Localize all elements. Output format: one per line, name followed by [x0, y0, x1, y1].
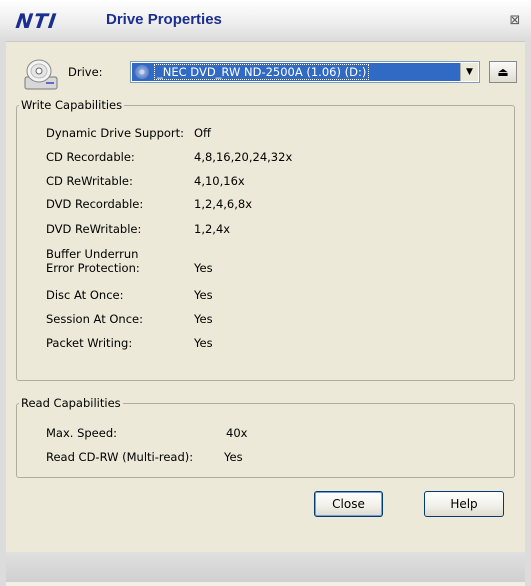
row-value: Off [194, 126, 211, 140]
row-label: Read CD-RW (Multi-read): [46, 450, 194, 464]
row-label: DVD ReWritable: [46, 222, 142, 236]
row-label-line2: Error Protection: [46, 261, 140, 275]
close-button[interactable]: Close [314, 491, 383, 517]
row-label: Packet Writing: [46, 336, 133, 350]
window-frame-right [525, 41, 531, 586]
eject-button[interactable]: ⏏ [489, 61, 517, 83]
eject-icon: ⏏ [497, 65, 509, 79]
nti-logo: NTI [14, 9, 59, 33]
row-label: Buffer Underrun [46, 247, 139, 261]
row-label: DVD Recordable: [46, 197, 144, 211]
row-value: 4,10,16x [194, 174, 245, 188]
row-value: Yes [194, 288, 213, 302]
drive-select-text: _NEC DVD_RW ND-2500A (1.06) (D:) [154, 64, 370, 80]
row-value: Yes [194, 336, 213, 350]
dialog-footer [6, 552, 525, 582]
chevron-down-icon[interactable]: ▼ [460, 63, 478, 81]
title-bar: NTI Drive Properties ⊠ [0, 0, 531, 42]
drive-properties-window: NTI Drive Properties ⊠ Drive: _NEC DVD_R… [0, 0, 531, 586]
row-label: Disc At Once: [46, 288, 124, 302]
cd-drive-icon [24, 59, 58, 90]
row-value: Yes [194, 261, 213, 275]
row-value: Yes [194, 312, 213, 326]
drive-label: Drive: [68, 65, 103, 79]
row-value: 1,2,4,6,8x [194, 197, 253, 211]
drive-select-value: _NEC DVD_RW ND-2500A (1.06) (D:) [132, 63, 460, 81]
dialog-content: Drive: _NEC DVD_RW ND-2500A (1.06) (D:) … [6, 42, 525, 552]
row-value: 1,2,4x [194, 222, 231, 236]
row-value: 40x [226, 426, 248, 440]
disc-icon [135, 65, 149, 79]
window-title: Drive Properties [106, 11, 222, 28]
row-label: CD ReWritable: [46, 174, 133, 188]
drive-select[interactable]: _NEC DVD_RW ND-2500A (1.06) (D:) ▼ [130, 61, 480, 83]
row-label: Dynamic Drive Support: [46, 126, 185, 140]
write-capabilities-title: Write Capabilities [19, 98, 125, 112]
read-capabilities-title: Read Capabilities [19, 396, 123, 410]
row-label: Max. Speed: [46, 426, 118, 440]
row-label: Session At Once: [46, 312, 143, 326]
read-capabilities-group: Read Capabilities [16, 396, 515, 478]
close-icon[interactable]: ⊠ [507, 13, 523, 29]
row-value: Yes [224, 450, 243, 464]
help-button[interactable]: Help [424, 491, 504, 517]
row-value: 4,8,16,20,24,32x [194, 150, 293, 164]
row-label: CD Recordable: [46, 150, 135, 164]
